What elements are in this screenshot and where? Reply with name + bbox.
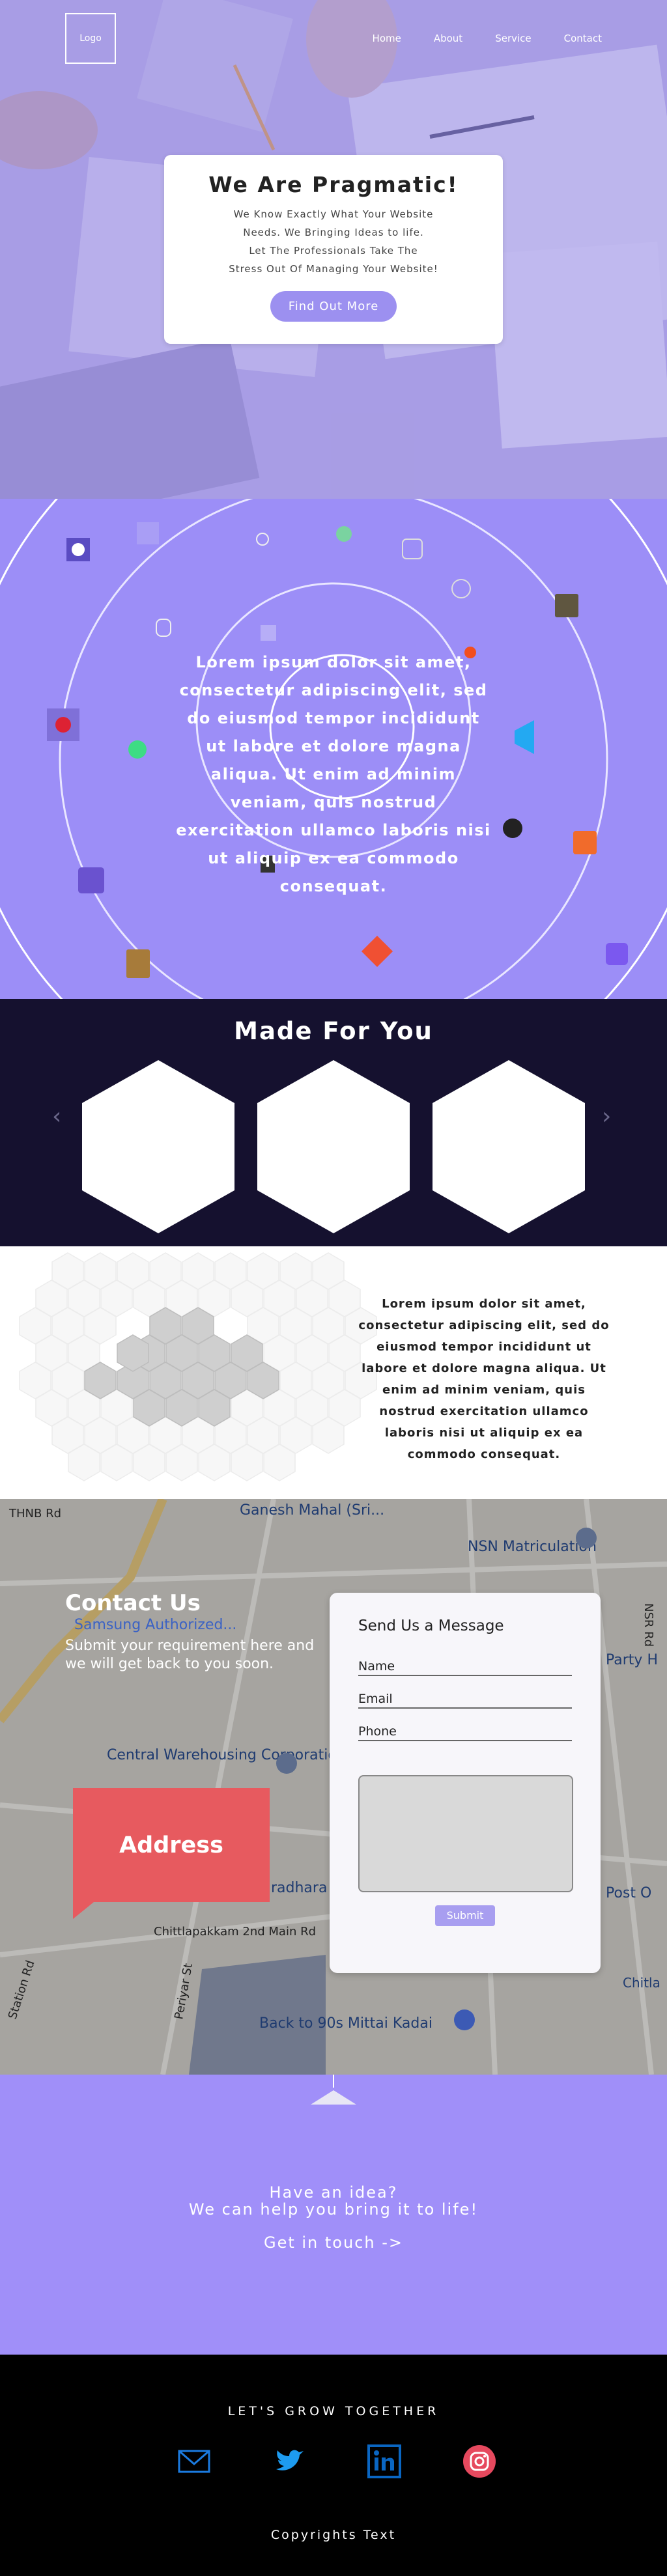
copyright-text: Copyrights Text [270,2528,397,2542]
phone-field[interactable]: Phone [358,1724,572,1741]
carousel-card-3[interactable] [433,1060,585,1233]
map-label-nsr: NSR Rd [642,1603,655,1647]
user-icon [451,579,471,598]
notebook-icon [126,949,150,978]
cloud-icon [78,867,104,893]
idea-line-2: We can help you bring it to life! [188,2200,479,2219]
hexagon-pattern [19,1252,377,1481]
footer: LET'S GROW TOGETHER Copyrights Text [0,2355,667,2576]
made-for-you-section: Made For You ‹ › [0,999,667,1246]
idea-section: Have an idea? We can help you bring it t… [0,2075,667,2355]
hero-line-3: Let The Professionals Take The [249,245,418,257]
instagram-icon[interactable] [462,2444,496,2478]
hero-line-4: Stress Out Of Managing Your Website! [229,263,438,275]
map-label-party: Party H [606,1652,658,1668]
map-pin-icon [454,2009,475,2030]
pin-string [333,2075,334,2088]
idea-line-1: Have an idea? [269,2183,398,2202]
idea-text: Have an idea? We can help you bring it t… [0,2184,667,2218]
java-icon [47,708,79,741]
carousel-card-2[interactable] [257,1060,410,1233]
message-textarea[interactable] [358,1775,573,1892]
contact-subtitle: Submit your requirement here and we will… [65,1638,315,1672]
map-label-radhara: radhara [271,1880,327,1896]
footer-tagline: LET'S GROW TOGETHER [227,2404,440,2418]
logo[interactable]: Logo [65,13,116,64]
map-label-samsung: Samsung Authorized... [74,1617,236,1633]
database-icon [156,619,171,637]
ring-icon [256,533,269,546]
docker-icon [261,625,276,641]
map-label-chitla: Chitla [623,1975,660,1991]
contact-section: Ganesh Mahal (Sri... NSN Matriculation C… [0,1499,667,2075]
name-field[interactable]: Name [358,1659,572,1676]
nav-service[interactable]: Service [495,33,531,44]
nav-contact[interactable]: Contact [564,33,602,44]
vscode-icon [515,720,534,754]
linkedin-icon[interactable] [367,2444,401,2478]
github-icon [503,819,522,838]
folder-icon [555,594,578,617]
hero-section: Logo Home About Service Contact We Are P… [0,0,667,499]
hero-line-2: Needs. We Bringing Ideas to life. [243,227,424,238]
nav-about[interactable]: About [434,33,462,44]
main-nav: Home About Service Contact [373,33,602,44]
about-section: Lorem ipsum dolor sit amet, consectetur … [0,1246,667,1499]
twitter-icon[interactable] [272,2444,306,2478]
map-pin-icon [576,1528,597,1548]
social-links [177,2444,496,2478]
discord-icon [606,943,628,965]
tech-orbit-section: Lorem ipsum dolor sit amet, consectetur … [0,499,667,999]
hero-line-1: We Know Exactly What Your Website [233,208,434,220]
address-card[interactable]: Address [73,1788,270,1919]
orbit-text: Lorem ipsum dolor sit amet, consectetur … [176,653,491,895]
contact-form: Send Us a Message Name Email Phone Submi… [330,1593,601,1973]
nav-home[interactable]: Home [373,33,401,44]
flutter-icon [573,831,597,854]
code-icon [402,539,423,559]
form-heading: Send Us a Message [358,1617,504,1634]
contact-title: Contact Us [65,1590,201,1616]
map-label-chittlapakkam: Chittlapakkam 2nd Main Rd [154,1925,316,1939]
get-in-touch-link[interactable]: Get in touch -> [0,2233,667,2252]
page: Logo Home About Service Contact We Are P… [0,0,667,2576]
carousel-card-1[interactable] [82,1060,234,1233]
team-icon [137,522,159,544]
map-label-warehouse: Central Warehousing Corporation [107,1747,346,1763]
hero-title: We Are Pragmatic! [208,172,459,197]
map-label-thnb: THNB Rd [8,1507,61,1520]
map-label-post: Post O [606,1885,651,1901]
find-out-more-button[interactable]: Find Out More [270,291,397,322]
about-text: Lorem ipsum dolor sit amet, consectetur … [358,1297,610,1461]
email-field[interactable]: Email [358,1692,572,1709]
mail-icon[interactable] [177,2444,211,2478]
git-icon [361,935,393,968]
project-icon [66,538,90,561]
map-pin-icon [276,1753,297,1774]
carousel-cards [82,1060,585,1233]
lamp-icon [311,2090,356,2105]
android-icon [128,740,147,759]
submit-button[interactable]: Submit [435,1905,495,1926]
map-label-mittai: Back to 90s Mittai Kadai [259,2015,433,2032]
map-label-ganesh: Ganesh Mahal (Sri... [240,1502,384,1519]
leaf-icon [336,526,352,542]
hero-card: We Are Pragmatic! We Know Exactly What Y… [164,155,503,344]
